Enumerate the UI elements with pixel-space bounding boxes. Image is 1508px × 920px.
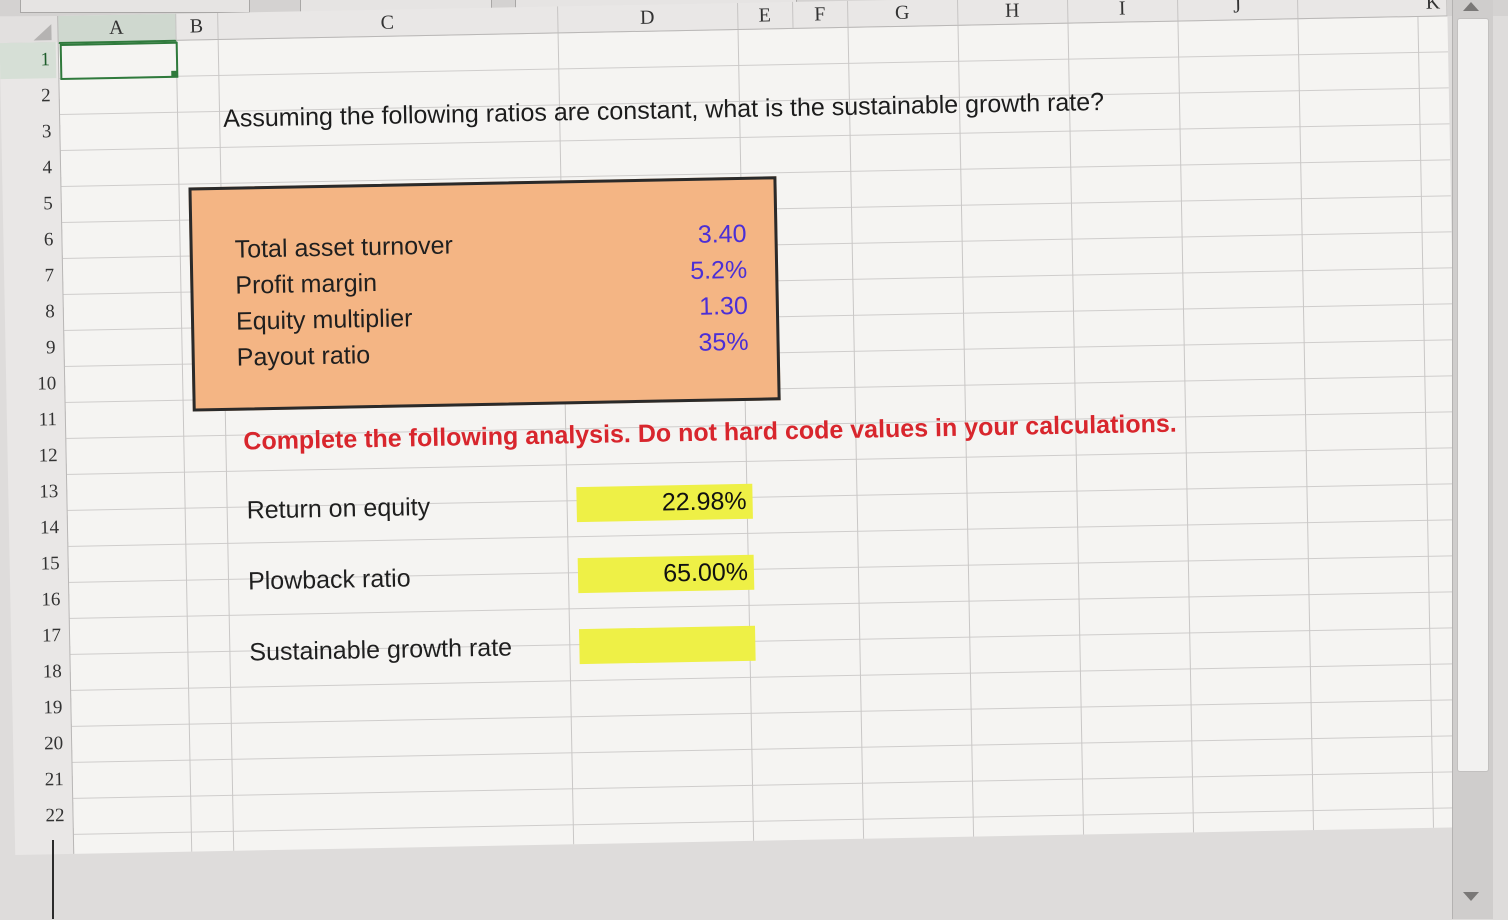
window-left-edge: [52, 840, 54, 919]
spreadsheet-grid: A B C D E F G H I J K 1 2 3 4 5 6 7 8 9 …: [0, 0, 1508, 920]
column-header-c[interactable]: C: [217, 6, 559, 39]
row-header-20[interactable]: 20: [13, 726, 70, 763]
scroll-thumb[interactable]: [1457, 18, 1489, 772]
selected-cell-a1[interactable]: [59, 41, 179, 80]
column-header-e[interactable]: E: [737, 1, 794, 29]
row-header-17[interactable]: 17: [11, 618, 68, 655]
column-header-a[interactable]: A: [57, 13, 177, 45]
row-header-18[interactable]: 18: [11, 654, 68, 691]
row-header-22[interactable]: 22: [14, 798, 71, 835]
ratio-label-total-asset-turnover: Total asset turnover: [234, 231, 454, 264]
row-header-11[interactable]: 11: [7, 402, 64, 439]
analysis-label-plowback-ratio: Plowback ratio: [247, 564, 411, 596]
ratio-value-equity-multiplier[interactable]: 1.30: [672, 292, 749, 322]
row-header-5[interactable]: 5: [2, 186, 59, 223]
row-header-4[interactable]: 4: [2, 150, 59, 187]
sustainable-growth-rate-cell[interactable]: [579, 625, 756, 665]
ratio-value-total-asset-turnover[interactable]: 3.40: [670, 220, 747, 250]
row-header-3[interactable]: 3: [1, 114, 58, 151]
column-header-g[interactable]: G: [847, 0, 959, 27]
column-header-b[interactable]: B: [175, 12, 219, 40]
fill-handle[interactable]: [171, 70, 178, 77]
row-header-13[interactable]: 13: [8, 474, 65, 511]
row-header-9[interactable]: 9: [5, 330, 62, 367]
analysis-label-sustainable-growth-rate: Sustainable growth rate: [249, 633, 513, 667]
row-header-1[interactable]: 1: [0, 42, 57, 80]
column-header-d[interactable]: D: [557, 2, 739, 33]
ratio-value-profit-margin[interactable]: 5.2%: [671, 256, 748, 286]
column-header-k[interactable]: K: [1296, 0, 1448, 19]
ratio-label-payout-ratio: Payout ratio: [236, 341, 371, 372]
row-header-14[interactable]: 14: [9, 510, 66, 547]
row-header-16[interactable]: 16: [10, 582, 67, 619]
ratio-label-equity-multiplier: Equity multiplier: [235, 304, 413, 336]
row-header-6[interactable]: 6: [3, 222, 60, 259]
row-header-2[interactable]: 2: [0, 78, 57, 115]
scroll-up-arrow-icon[interactable]: [1463, 2, 1479, 11]
column-header-h[interactable]: H: [956, 0, 1069, 25]
ratio-label-profit-margin: Profit margin: [235, 268, 378, 300]
select-all-corner[interactable]: [0, 16, 59, 45]
row-header-12[interactable]: 12: [7, 438, 64, 475]
vertical-scrollbar[interactable]: [1452, 0, 1493, 919]
row-header-19[interactable]: 19: [12, 690, 69, 727]
given-ratios-box: Total asset turnover 3.40 Profit margin …: [188, 176, 781, 412]
select-all-triangle-icon: [33, 24, 52, 41]
column-header-j[interactable]: J: [1176, 0, 1299, 21]
return-on-equity-cell[interactable]: 22.98%: [576, 483, 753, 523]
plowback-ratio-cell[interactable]: 65.00%: [577, 554, 755, 594]
ratio-value-payout-ratio[interactable]: 35%: [672, 328, 749, 358]
row-header-10[interactable]: 10: [6, 366, 63, 403]
scroll-down-arrow-icon[interactable]: [1463, 892, 1479, 901]
column-header-i[interactable]: I: [1066, 0, 1179, 23]
row-header-15[interactable]: 15: [9, 546, 66, 583]
column-header-f[interactable]: F: [792, 0, 849, 28]
analysis-label-return-on-equity: Return on equity: [246, 492, 431, 525]
row-header-21[interactable]: 21: [13, 762, 70, 799]
row-header-8[interactable]: 8: [5, 294, 62, 331]
row-header-7[interactable]: 7: [4, 258, 61, 295]
